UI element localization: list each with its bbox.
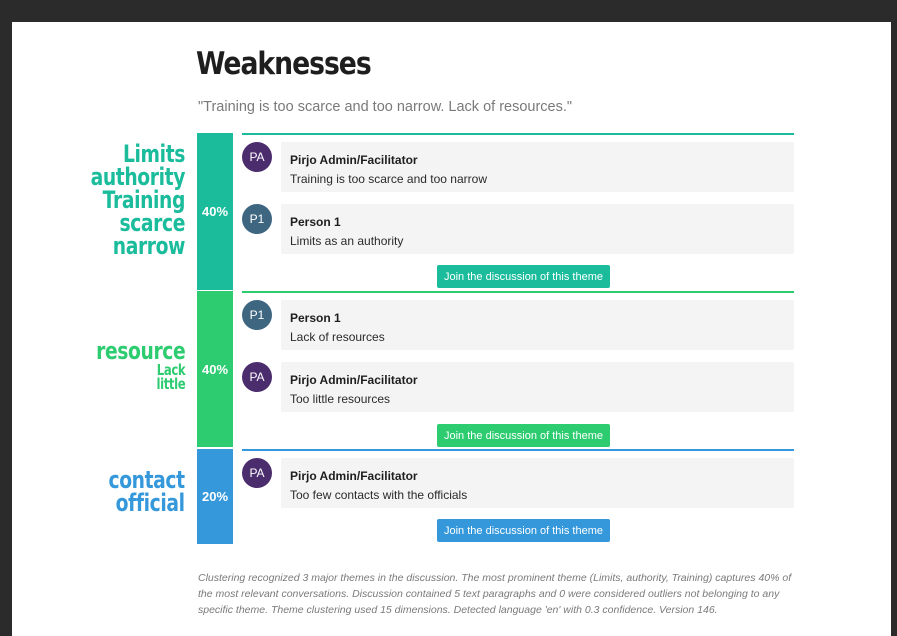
comment-author: Person 1 [290, 215, 341, 229]
comment: PA Pirjo Admin/Facilitator Too little re… [242, 362, 794, 412]
avatar: P1 [242, 204, 272, 234]
comment-text: Lack of resources [290, 330, 385, 344]
comment-bubble: Pirjo Admin/Facilitator Too little resou… [281, 362, 794, 412]
comment-author: Pirjo Admin/Facilitator [290, 469, 418, 483]
theme-keywords: contact official [87, 468, 186, 518]
theme-share-bar: 40% [197, 291, 233, 447]
theme-divider [242, 133, 794, 135]
join-discussion-button[interactable]: Join the discussion of this theme [437, 424, 610, 447]
comment-bubble: Pirjo Admin/Facilitator Too few contacts… [281, 458, 794, 508]
theme-share-bar: 40% [197, 133, 233, 290]
comment-text: Too few contacts with the officials [290, 488, 468, 502]
theme-share-bar: 20% [197, 449, 233, 544]
avatar: PA [242, 362, 272, 392]
theme-share-percent: 20% [201, 489, 229, 504]
keyword: little [156, 375, 185, 394]
comment-author: Pirjo Admin/Facilitator [290, 373, 418, 387]
keyword: narrow [112, 232, 186, 261]
page-title: Weaknesses [196, 46, 372, 82]
clustering-summary: Clustering recognized 3 major themes in … [198, 572, 792, 616]
theme-share-percent: 40% [201, 361, 229, 377]
join-discussion-button[interactable]: Join the discussion of this theme [437, 265, 610, 288]
avatar: P1 [242, 300, 272, 330]
theme-1: Limits authority Training scarce narrow … [12, 133, 891, 290]
comment: PA Pirjo Admin/Facilitator Too few conta… [242, 458, 794, 508]
comment: PA Pirjo Admin/Facilitator Training is t… [242, 142, 794, 192]
theme-2: resource Lack little 40% P1 Person 1 Lac… [12, 291, 891, 447]
avatar: PA [242, 458, 272, 488]
comment-bubble: Pirjo Admin/Facilitator Training is too … [281, 142, 794, 192]
keyword: official [115, 489, 185, 518]
join-discussion-button[interactable]: Join the discussion of this theme [437, 519, 610, 542]
summary-quote: "Training is too scarce and too narrow. … [198, 99, 573, 115]
avatar: PA [242, 142, 272, 172]
report-page: Weaknesses "Training is too scarce and t… [12, 22, 891, 636]
comment-author: Person 1 [290, 311, 341, 325]
theme-divider [242, 449, 794, 451]
comment-text: Too little resources [290, 392, 391, 406]
comment-author: Pirjo Admin/Facilitator [290, 153, 418, 167]
comment-text: Limits as an authority [290, 234, 404, 248]
keyword: resource [95, 337, 186, 365]
comment: P1 Person 1 Limits as an authority [242, 204, 794, 254]
theme-divider [242, 291, 794, 293]
theme-3: contact official 20% PA Pirjo Admin/Faci… [12, 449, 891, 544]
theme-keywords: Limits authority Training scarce narrow [64, 142, 186, 261]
theme-share-percent: 40% [201, 204, 229, 219]
theme-keywords: resource Lack little [71, 337, 186, 394]
comment-bubble: Person 1 Limits as an authority [281, 204, 794, 254]
comment: P1 Person 1 Lack of resources [242, 300, 794, 350]
comment-bubble: Person 1 Lack of resources [281, 300, 794, 350]
comment-text: Training is too scarce and too narrow [290, 172, 487, 186]
